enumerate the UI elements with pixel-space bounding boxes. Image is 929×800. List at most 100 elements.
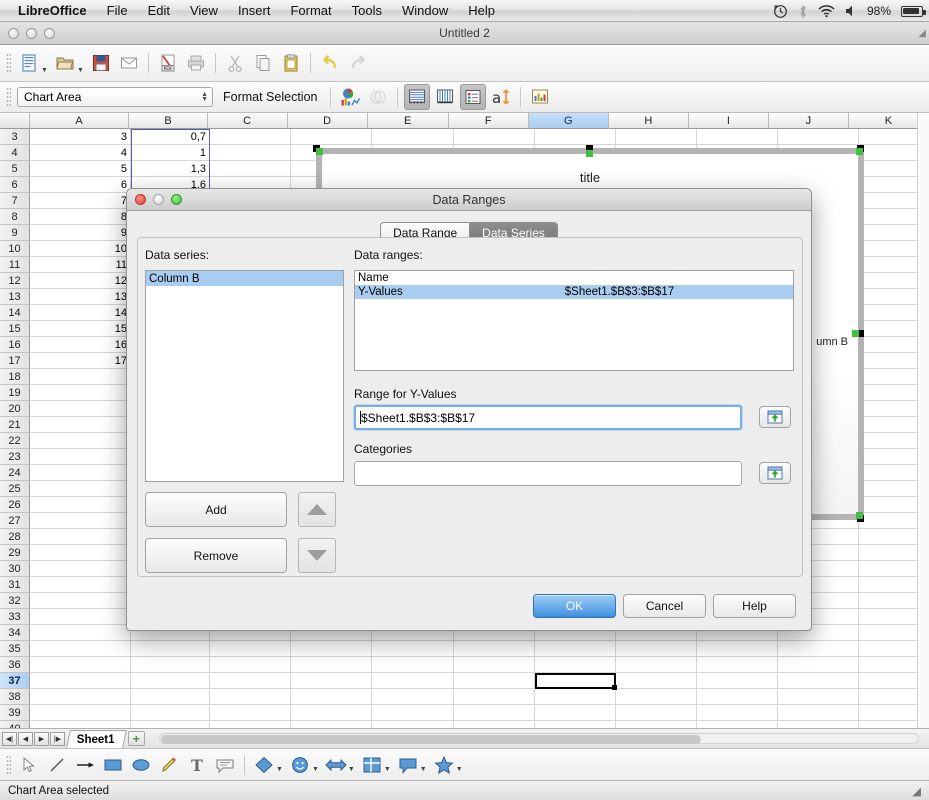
table-row[interactable]: 3 0,7 [30,129,929,145]
data-series-list[interactable]: Column B [145,270,344,482]
cell-I38[interactable] [697,689,778,705]
cell-H3[interactable] [616,129,697,145]
column-header-i[interactable]: I [688,113,769,129]
cell-I36[interactable] [697,657,778,673]
chart-handle-tl-green[interactable] [316,148,323,155]
row-header-14[interactable]: 14 [0,305,30,321]
toolbar-grip[interactable] [6,754,11,775]
cell-A18[interactable] [30,369,131,385]
column-header-a[interactable]: A [29,113,130,129]
select-all-corner[interactable] [0,113,30,129]
vertical-scrollbar[interactable] [917,113,929,728]
cell-A27[interactable] [30,513,131,529]
cell-C37[interactable] [210,673,291,689]
table-row[interactable] [30,689,929,705]
cell-A24[interactable] [30,465,131,481]
cell-A13[interactable]: 13 [30,289,131,305]
bluetooth-icon[interactable] [798,4,808,19]
cell-D35[interactable] [291,641,372,657]
table-row[interactable]: Name [355,271,793,285]
row-header-40[interactable]: 40 [0,721,30,728]
row-header-9[interactable]: 9 [0,225,30,241]
cell-A17[interactable]: 17 [30,353,131,369]
ok-button[interactable]: OK [533,594,616,618]
cell-A34[interactable] [30,625,131,641]
remove-button[interactable]: Remove [145,538,287,573]
callouts-tool-icon[interactable] [395,752,421,778]
row-header-39[interactable]: 39 [0,705,30,721]
cell-C38[interactable] [210,689,291,705]
cell-F38[interactable] [454,689,535,705]
cell-A21[interactable] [30,417,131,433]
cell-B4[interactable]: 1 [131,145,210,161]
menu-file[interactable]: File [97,1,138,21]
column-header-g[interactable]: G [528,113,609,129]
cell-A7[interactable]: 7 [30,193,131,209]
flowchart-dropdown-icon[interactable]: ▼ [384,766,391,780]
toolbar-grip[interactable] [6,87,11,107]
cell-C4[interactable] [210,145,291,161]
previous-sheet-button[interactable]: ◀ [18,731,33,746]
cell-H40[interactable] [616,721,697,728]
cell-A6[interactable]: 6 [30,177,131,193]
dialog-minimize-button[interactable] [153,194,164,205]
row-header-24[interactable]: 24 [0,465,30,481]
row-header-8[interactable]: 8 [0,209,30,225]
cell-E3[interactable] [372,129,454,145]
row-header-12[interactable]: 12 [0,273,30,289]
time-machine-icon[interactable] [773,4,788,19]
block-arrows-dropdown-icon[interactable]: ▼ [348,766,355,780]
cell-B35[interactable] [131,641,210,657]
cell-I37[interactable] [697,673,778,689]
column-header-h[interactable]: H [608,113,689,129]
cell-F39[interactable] [454,705,535,721]
cell-A31[interactable] [30,577,131,593]
cell-H35[interactable] [616,641,697,657]
cell-G38[interactable] [535,689,616,705]
wifi-icon[interactable] [818,4,835,18]
basic-shapes-dropdown-icon[interactable]: ▼ [276,766,283,780]
cell-G40[interactable] [535,721,616,728]
shrink-categories-button[interactable] [759,462,791,484]
table-row[interactable] [30,705,929,721]
cell-A3[interactable]: 3 [30,129,131,145]
new-document-button[interactable] [16,50,42,76]
cell-E37[interactable] [372,673,454,689]
table-row[interactable] [30,641,929,657]
chart-element-select[interactable]: Chart Area ▲ ▼ [17,87,213,107]
cell-A20[interactable] [30,401,131,417]
cell-A33[interactable] [30,609,131,625]
row-header-18[interactable]: 18 [0,369,30,385]
symbol-shapes-tool-icon[interactable] [287,752,313,778]
row-header-6[interactable]: 6 [0,177,30,193]
open-document-button[interactable] [52,50,78,76]
column-header-e[interactable]: E [367,113,449,129]
arrow-tool-icon[interactable] [72,752,98,778]
cell-E36[interactable] [372,657,454,673]
cut-button[interactable] [222,50,248,76]
cell-J39[interactable] [778,705,859,721]
cell-F37[interactable] [454,673,535,689]
row-header-29[interactable]: 29 [0,545,30,561]
cell-A8[interactable]: 8 [30,209,131,225]
print-document-button[interactable] [183,50,209,76]
cell-H39[interactable] [616,705,697,721]
move-series-up-button[interactable] [298,492,336,527]
cell-D36[interactable] [291,657,372,673]
cell-A19[interactable] [30,385,131,401]
row-header-31[interactable]: 31 [0,577,30,593]
cell-C39[interactable] [210,705,291,721]
volume-icon[interactable] [845,4,857,18]
cell-J38[interactable] [778,689,859,705]
chart-title[interactable]: title [322,170,858,185]
shrink-range-y-button[interactable] [759,406,791,428]
text-box-tool-icon[interactable]: T [184,752,210,778]
cell-B3[interactable]: 0,7 [131,129,210,145]
cell-I40[interactable] [697,721,778,728]
row-header-25[interactable]: 25 [0,481,30,497]
scrollbar-track[interactable] [158,733,919,744]
select-tool-icon[interactable] [16,752,42,778]
freeform-line-tool-icon[interactable] [156,752,182,778]
table-row[interactable] [30,657,929,673]
row-header-35[interactable]: 35 [0,641,30,657]
